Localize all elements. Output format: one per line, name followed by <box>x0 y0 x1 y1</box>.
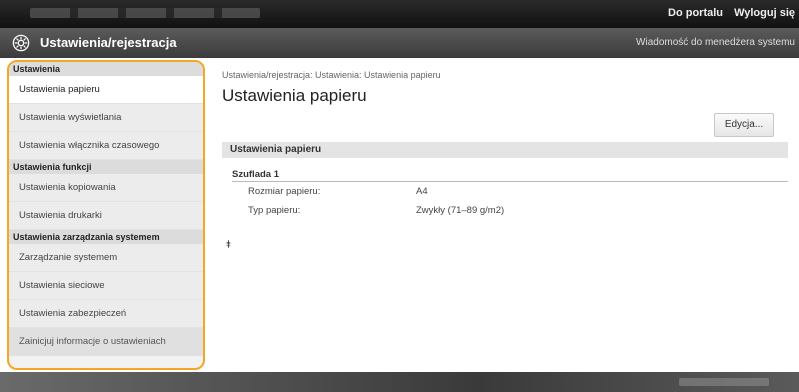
sidebar-item-copy-settings[interactable]: Ustawienia kopiowania <box>9 174 203 202</box>
top-links: Do portalu Wyloguj się <box>660 7 795 19</box>
divider <box>232 181 788 182</box>
device-name-blurred <box>30 8 260 18</box>
logout-link[interactable]: Wyloguj się <box>734 7 795 19</box>
sidebar-group-settings: Ustawienia <box>9 62 203 76</box>
message-to-admin-link[interactable]: Wiadomość do menedżera systemu <box>636 37 795 48</box>
sidebar-item-timer-settings[interactable]: Ustawienia włącznika czasowego <box>9 132 203 160</box>
sidebar-group-function-settings: Ustawienia funkcji <box>9 160 203 174</box>
sidebar-item-printer-settings[interactable]: Ustawienia drukarki <box>9 202 203 230</box>
sidebar: Ustawienia Ustawienia papieru Ustawienia… <box>7 60 205 370</box>
tray-label: Szuflada 1 <box>232 169 279 180</box>
footer-bar <box>0 372 799 392</box>
top-bar: Do portalu Wyloguj się <box>0 0 799 28</box>
title-bar: Ustawienia/rejestracja Wiadomość do mene… <box>0 28 799 58</box>
page-title: Ustawienia papieru <box>222 86 367 105</box>
sidebar-item-initialize-settings[interactable]: Zainicjuj informacje o ustawieniach <box>9 328 203 356</box>
paper-type-value: Zwykły (71–89 g/m2) <box>416 205 505 216</box>
footer-copyright-blurred <box>679 378 769 386</box>
sidebar-group-system-management: Ustawienia zarządzania systemem <box>9 230 203 244</box>
paper-type-label: Typ papieru: <box>248 205 301 216</box>
settings-gear-icon <box>12 34 30 52</box>
paper-type-row: Typ papieru: Zwykły (71–89 g/m2) <box>248 205 504 216</box>
sidebar-item-network-settings[interactable]: Ustawienia sieciowe <box>9 272 203 300</box>
edit-button[interactable]: Edycja... <box>714 113 774 137</box>
sidebar-item-system-management[interactable]: Zarządzanie systemem <box>9 244 203 272</box>
sidebar-item-display-settings[interactable]: Ustawienia wyświetlania <box>9 104 203 132</box>
sidebar-item-paper-settings[interactable]: Ustawienia papieru <box>9 76 203 104</box>
paper-size-value: A4 <box>416 186 428 197</box>
page-section-title: Ustawienia/rejestracja <box>40 35 177 50</box>
paper-size-label: Rozmiar papieru: <box>248 186 321 197</box>
sidebar-item-security-settings[interactable]: Ustawienia zabezpieczeń <box>9 300 203 328</box>
paper-size-row: Rozmiar papieru: A4 <box>248 186 428 197</box>
breadcrumb: Ustawienia/rejestracja: Ustawienia: Usta… <box>222 70 441 80</box>
back-to-top-icon[interactable]: ⯒ <box>226 236 231 255</box>
section-header: Ustawienia papieru <box>222 142 788 158</box>
portal-link[interactable]: Do portalu <box>668 7 723 19</box>
